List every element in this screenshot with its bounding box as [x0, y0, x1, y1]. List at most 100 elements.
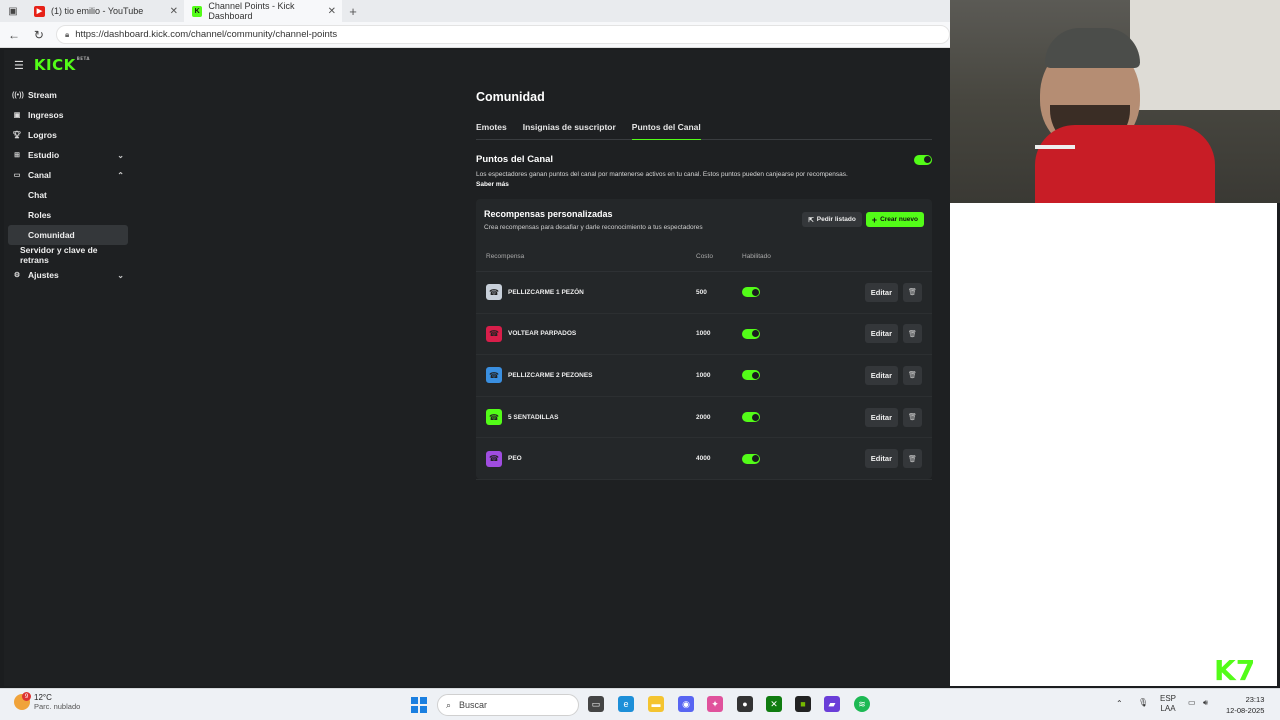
chevron-down-icon: ⌄: [117, 150, 124, 160]
reward-enabled-toggle[interactable]: [742, 328, 760, 339]
sidebar-item-ajustes[interactable]: ⚙ Ajustes ⌄: [4, 265, 128, 285]
close-icon[interactable]: ✕: [170, 6, 178, 17]
reward-cost: 1000: [696, 371, 711, 379]
obs-icon[interactable]: ●: [737, 696, 753, 712]
tab-kick-dashboard[interactable]: K Channel Points - Kick Dashboard ✕: [184, 0, 342, 22]
task-view-icon[interactable]: ▭: [588, 696, 604, 712]
sidebar-item-comunidad[interactable]: Comunidad: [8, 225, 128, 245]
section-description: Los espectadores ganan puntos del canal …: [476, 171, 848, 188]
sidebar-header: ☰ KICKBETA: [4, 50, 128, 80]
rewards-table-header: Recompensa Costo Habilitado: [476, 242, 932, 272]
search-icon: ⌕: [446, 699, 452, 710]
trash-icon[interactable]: 🗑︎: [903, 282, 922, 302]
sidebar-item-canal[interactable]: ▭ Canal ⌃: [4, 165, 128, 185]
copilot-icon[interactable]: ✦: [707, 696, 723, 712]
back-icon[interactable]: ←: [3, 28, 25, 42]
external-link-icon: ⇱: [808, 216, 814, 224]
sidebar: ☰ KICKBETA ((•)) Stream ▣ Ingresos 🏆︎ Logro…: [4, 50, 128, 686]
edit-button[interactable]: Editar: [864, 365, 898, 385]
community-tabs: Emotes Insignias de suscriptor Puntos de…: [476, 122, 932, 140]
youtube-icon: ▶: [34, 5, 45, 17]
rewards-header: Recompensas personalizadas Crea recompen…: [476, 199, 932, 242]
taskbar-search[interactable]: ⌕ Buscar: [437, 694, 579, 716]
network-icon[interactable]: ▭: [1188, 698, 1196, 707]
hamburger-menu-icon[interactable]: ☰: [14, 59, 24, 72]
tab-insignias[interactable]: Insignias de suscriptor: [523, 122, 616, 140]
channel-points-toggle[interactable]: [914, 154, 932, 165]
reward-enabled-toggle[interactable]: [742, 287, 760, 298]
edit-button[interactable]: Editar: [864, 324, 898, 344]
sidebar-item-chat[interactable]: Chat: [4, 185, 128, 205]
clipchamp-icon[interactable]: ▰: [824, 696, 840, 712]
request-list-button[interactable]: ⇱ Pedir listado: [802, 212, 862, 227]
main-content: Comunidad Emotes Insignias de suscriptor…: [476, 90, 932, 480]
language-indicator[interactable]: ESP LAA: [1160, 694, 1176, 714]
column-header: Costo: [696, 253, 713, 260]
channel-icon: ▭: [13, 172, 21, 179]
weather-widget[interactable]: 9 12°C Parc. nublado: [14, 692, 80, 711]
trash-icon[interactable]: 🗑︎: [903, 407, 922, 427]
kick-logo[interactable]: KICKBETA: [34, 56, 90, 74]
reward-name: 5 SENTADILLAS: [508, 413, 559, 421]
tab-puntos-del-canal[interactable]: Puntos del Canal: [631, 122, 701, 140]
tab-label: (1) tio emilio - YouTube: [51, 6, 144, 16]
weather-icon: 9: [14, 692, 31, 710]
sidebar-item-ingresos[interactable]: ▣ Ingresos: [4, 105, 128, 125]
edit-button[interactable]: Editar: [864, 449, 898, 469]
sidebar-item-roles[interactable]: Roles: [4, 205, 128, 225]
tab-youtube[interactable]: ▶ (1) tio emilio - YouTube ✕: [26, 0, 184, 22]
edit-button[interactable]: Editar: [864, 407, 898, 427]
learn-more-link[interactable]: Saber más: [476, 181, 509, 188]
reward-name: PELLIZCARME 1 PEZÓN: [508, 288, 584, 296]
chevron-down-icon: ⌄: [117, 270, 124, 280]
trash-icon[interactable]: 🗑︎: [903, 324, 922, 344]
clock[interactable]: 23:13 12-08-2025: [1226, 694, 1264, 716]
reward-row: ☎ PEO 4000 Editar 🗑︎: [476, 438, 932, 480]
microphone-icon[interactable]: 🎙︎: [1138, 698, 1148, 707]
studio-icon: ⊞: [14, 152, 20, 159]
reward-name: PEO: [508, 455, 522, 463]
sidebar-item-servidor[interactable]: Servidor y clave de retrans: [4, 245, 128, 265]
windows-start-icon[interactable]: [411, 697, 427, 713]
plus-icon: +: [871, 214, 878, 225]
nvidia-icon[interactable]: ■: [795, 696, 811, 712]
sidebar-item-stream[interactable]: ((•)) Stream: [4, 85, 128, 105]
folder-icon[interactable]: ▬: [648, 696, 664, 712]
edit-button[interactable]: Editar: [864, 282, 898, 302]
reward-icon: ☎: [486, 284, 502, 301]
browser-tabbar: ▣ ▶ (1) tio emilio - YouTube ✕ K Channel…: [0, 0, 950, 22]
address-bar: ← ↻ 🔒︎ https://dashboard.kick.com/channe…: [0, 22, 950, 48]
sidebar-item-logros[interactable]: 🏆︎ Logros: [4, 125, 128, 145]
reward-enabled-toggle[interactable]: [742, 412, 760, 423]
reward-icon: ☎: [486, 409, 502, 426]
url-field[interactable]: 🔒︎ https://dashboard.kick.com/channel/co…: [55, 25, 950, 44]
rewards-card: Recompensas personalizadas Crea recompen…: [476, 199, 932, 480]
edge-icon[interactable]: e: [618, 696, 634, 712]
refresh-icon[interactable]: ↻: [28, 28, 50, 42]
discord-icon[interactable]: ◉: [678, 696, 694, 712]
spotify-icon[interactable]: ≋: [854, 696, 870, 712]
chevron-up-icon: ⌃: [117, 170, 124, 180]
wallet-icon: ▣: [13, 112, 21, 119]
reward-icon: ☎: [486, 450, 502, 467]
page-title: Comunidad: [476, 90, 545, 104]
chevron-up-icon[interactable]: ⌃: [1116, 699, 1123, 708]
new-tab-button[interactable]: +: [342, 4, 364, 19]
tab-emotes[interactable]: Emotes: [476, 122, 507, 140]
kick-7-overlay-logo: K7: [1214, 654, 1256, 687]
reward-enabled-toggle[interactable]: [742, 370, 760, 381]
trash-icon[interactable]: 🗑︎: [903, 449, 922, 469]
broadcast-icon: ((•)): [12, 91, 24, 99]
tab-actions-icon[interactable]: ▣: [0, 0, 26, 22]
reward-row: ☎ 5 SENTADILLAS 2000 Editar 🗑︎: [476, 397, 932, 439]
xbox-icon[interactable]: ✕: [766, 696, 782, 712]
reward-enabled-toggle[interactable]: [742, 453, 760, 464]
kick-icon: K: [192, 5, 203, 17]
create-new-button[interactable]: + Crear nuevo: [865, 212, 924, 227]
volume-icon[interactable]: 🔊︎: [1203, 698, 1208, 708]
gear-icon: ⚙: [13, 272, 21, 279]
close-icon[interactable]: ✕: [328, 6, 336, 17]
trash-icon[interactable]: 🗑︎: [903, 365, 922, 385]
sidebar-item-estudio[interactable]: ⊞ Estudio ⌄: [4, 145, 128, 165]
lock-icon: 🔒︎: [64, 29, 70, 39]
